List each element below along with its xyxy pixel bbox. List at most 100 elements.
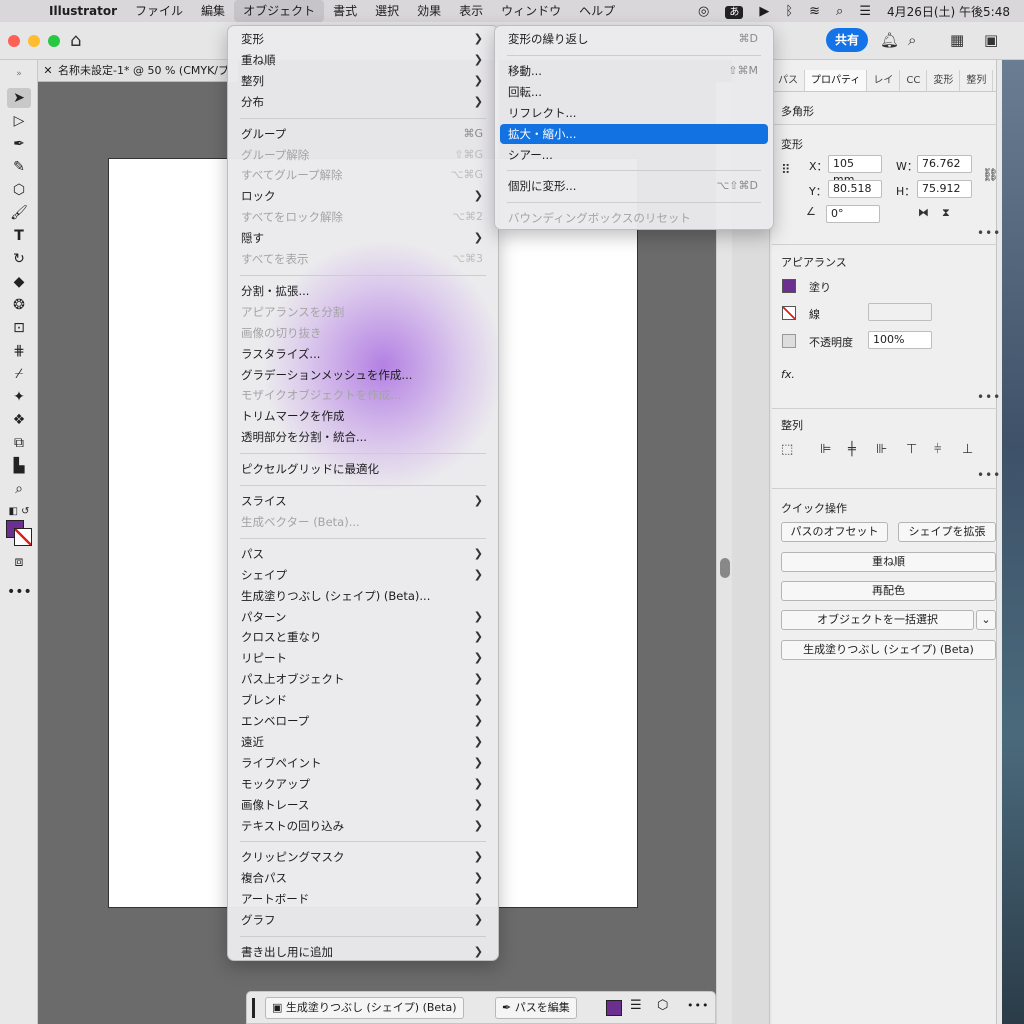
close-window-button[interactable] (8, 35, 20, 47)
align-middle-icon[interactable]: ⫩ (934, 442, 941, 457)
object-menu-item[interactable]: パス ❯ (233, 544, 493, 564)
graph-icon[interactable]: ▙ (7, 456, 31, 476)
default-colors-icon[interactable]: ◧ ↺ (7, 502, 31, 522)
object-menu-item[interactable]: 透明部分を分割・統合... (233, 427, 493, 447)
scrollbar-thumb[interactable] (720, 558, 730, 578)
object-menu-item[interactable]: トリムマークを作成 (233, 406, 493, 426)
object-menu-item[interactable]: ピクセルグリッドに最適化 (233, 459, 493, 479)
align-bottom-icon[interactable]: ⊥ (962, 442, 973, 457)
tab-align[interactable]: 整列 (960, 70, 994, 91)
object-menu-item[interactable]: クリッピングマスク ❯ (233, 847, 493, 867)
draw-mode-icon[interactable]: ⧈ (7, 552, 31, 572)
bar-grip[interactable] (252, 998, 255, 1018)
search-icon[interactable]: ⌕ (908, 31, 916, 49)
transform-menu-item[interactable]: 移動... ⇧⌘M (500, 61, 768, 81)
artboard-icon[interactable]: ⧉ (7, 433, 31, 453)
play-icon[interactable]: ▶ (751, 4, 777, 19)
object-menu-item[interactable]: 隠す ❯ (233, 228, 493, 248)
reference-point-icon[interactable]: ⠿ (781, 163, 791, 178)
stroke-color-swatch[interactable] (782, 306, 796, 320)
select-same-dropdown-icon[interactable]: ⌄ (976, 610, 996, 630)
object-menu-item[interactable]: 分布 ❯ (233, 92, 493, 112)
symbol-sprayer-icon[interactable]: ❖ (7, 410, 31, 430)
document-tab[interactable]: ✕ 名称未設定-1* @ 50 % (CMYK/プ (38, 60, 238, 82)
panel-icon[interactable]: ▣ (984, 31, 998, 49)
align-to-icon[interactable]: ⬚ (781, 442, 793, 457)
object-menu-item[interactable]: リピート ❯ (233, 648, 493, 668)
arrange-icon[interactable]: ▦ (950, 31, 964, 49)
object-menu-item[interactable]: 画像トレース ❯ (233, 795, 493, 815)
w-field[interactable]: 76.762 (917, 155, 972, 173)
object-menu-item[interactable]: パス上オブジェクト ❯ (233, 669, 493, 689)
select-same-button[interactable]: オブジェクトを一括選択 (781, 610, 974, 630)
align-center-icon[interactable]: ╪ (848, 442, 856, 457)
type-icon[interactable]: T (7, 226, 31, 246)
link-icon[interactable]: ⛓ (982, 168, 999, 183)
y-field[interactable]: 80.518 (828, 180, 882, 198)
zoom-window-button[interactable] (48, 35, 60, 47)
object-menu-item[interactable]: 生成塗りつぶし (シェイプ) (Beta)... (233, 586, 493, 606)
object-menu-item[interactable]: テキストの回り込み ❯ (233, 816, 493, 836)
tab-layers[interactable]: レイ (867, 70, 901, 91)
transform-menu-item[interactable]: シアー... (500, 145, 768, 165)
tab-cc[interactable]: CC (900, 70, 928, 91)
menu-edit[interactable]: 編集 (192, 0, 234, 22)
stroke-weight-field[interactable] (868, 303, 932, 321)
object-menu-item[interactable]: ライブペイント ❯ (233, 753, 493, 773)
menu-view[interactable]: 表示 (450, 0, 492, 22)
object-menu-item[interactable]: 分割・拡張... (233, 281, 493, 301)
bell-icon[interactable]: 🔔︎ (880, 31, 899, 49)
blend-icon[interactable]: ✦ (7, 387, 31, 407)
menu-window[interactable]: ウィンドウ (492, 0, 570, 22)
object-menu-item[interactable]: 重ね順 ❯ (233, 50, 493, 70)
ime-indicator[interactable]: あ (717, 3, 751, 19)
appearance-more-icon[interactable]: ••• (977, 390, 1001, 404)
h-field[interactable]: 75.912 (917, 180, 972, 198)
object-menu-item[interactable]: パターン ❯ (233, 607, 493, 627)
object-menu-item[interactable]: 整列 ❯ (233, 71, 493, 91)
object-menu-item[interactable]: 書き出し用に追加 ❯ (233, 942, 493, 960)
tab-paths[interactable]: パス (772, 70, 805, 91)
minimize-window-button[interactable] (28, 35, 40, 47)
object-menu-item[interactable]: アートボード ❯ (233, 889, 493, 909)
object-menu-item[interactable]: グラデーションメッシュを作成... (233, 365, 493, 385)
align-right-icon[interactable]: ⊪ (876, 442, 887, 457)
opacity-field[interactable]: 100% (868, 331, 932, 349)
transform-menu-item[interactable]: 個別に変形... ⌥⇧⌘D (500, 176, 768, 196)
tab-properties[interactable]: プロパティ (805, 70, 868, 91)
object-menu-item[interactable]: モックアップ ❯ (233, 774, 493, 794)
curvature-icon[interactable]: ✎ (7, 157, 31, 177)
object-menu-item[interactable]: シェイプ ❯ (233, 565, 493, 585)
flip-horizontal-icon[interactable]: ⧓ (918, 206, 929, 219)
x-field[interactable]: 105 mm (828, 155, 882, 186)
control-center-icon[interactable]: ☰ (851, 4, 879, 19)
tab-transform[interactable]: 変形 (927, 70, 961, 91)
apple-icon[interactable] (0, 0, 40, 22)
close-tab-icon[interactable]: ✕ (38, 60, 58, 81)
menu-file[interactable]: ファイル (126, 0, 192, 22)
offset-path-button[interactable]: パスのオフセット (781, 522, 888, 542)
ellipse-icon[interactable]: ⬡ (7, 180, 31, 200)
fx-icon[interactable]: fx. (781, 368, 795, 381)
bar-shape-icon[interactable]: ⬡ (657, 998, 668, 1013)
align-top-icon[interactable]: ⊤ (906, 442, 917, 457)
angle-field[interactable]: 0° (826, 205, 880, 223)
align-more-icon[interactable]: ••• (977, 468, 1001, 482)
free-transform-icon[interactable]: ⊡ (7, 318, 31, 338)
eraser-icon[interactable]: ◆ (7, 272, 31, 292)
menu-type[interactable]: 書式 (324, 0, 366, 22)
transform-menu-item[interactable]: リフレクト... (500, 103, 768, 123)
direct-selection-icon[interactable]: ▷ (7, 111, 31, 131)
transform-menu-item[interactable]: 回転... (500, 82, 768, 102)
zoom-icon[interactable]: ⌕ (7, 479, 31, 499)
spotlight-icon[interactable]: ⌕ (828, 4, 851, 19)
flip-vertical-icon[interactable]: ⧗ (942, 206, 950, 220)
mesh-icon[interactable]: ⋕ (7, 341, 31, 361)
object-menu-item[interactable]: グループ ⌘G (233, 124, 493, 144)
object-menu-item[interactable]: 遠近 ❯ (233, 732, 493, 752)
paintbrush-icon[interactable]: 🖌︎ (7, 203, 31, 223)
edit-path-button[interactable]: ✒ パスを編集 (495, 997, 577, 1019)
toolbar-grip[interactable]: » (7, 64, 31, 84)
cc-status-icon[interactable]: ◎ (690, 4, 717, 19)
pen-icon[interactable]: ✒ (7, 134, 31, 154)
